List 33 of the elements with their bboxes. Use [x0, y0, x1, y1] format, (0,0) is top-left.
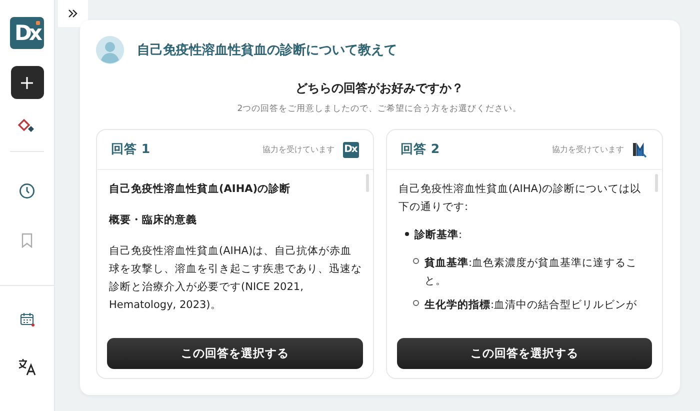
select-answer-button[interactable]: この回答を選択する: [107, 338, 362, 369]
clock-icon[interactable]: [19, 183, 35, 199]
credit-text: 協力を受けています: [262, 144, 334, 155]
sub-bullet-icon: [412, 258, 418, 264]
book-logo-icon: [632, 142, 648, 158]
diamonds-icon[interactable]: [18, 119, 36, 133]
scrollbar-thumb[interactable]: [366, 174, 368, 192]
double-chevron-icon: [68, 9, 78, 18]
answer-paragraph: 自己免疫性溶血性貧血(AIHA)の診断については以下の通りです:: [398, 182, 642, 215]
select-answer-button[interactable]: この回答を選択する: [396, 338, 652, 369]
bullet-text: 診断基準:: [414, 228, 462, 243]
sub-bullet-icon: [412, 300, 418, 306]
calendar-icon[interactable]: [20, 312, 34, 327]
bullet-icon: [404, 232, 408, 236]
avatar-icon: [96, 36, 124, 64]
plus-icon: [20, 76, 34, 90]
provider-logo: Dx: [342, 142, 358, 158]
answer-heading: 自己免疫性溶血性貧血(AIHA)の診断: [109, 182, 292, 197]
answer-label: 回答 1: [111, 141, 150, 158]
credit-text: 協力を受けています: [552, 144, 624, 155]
translate-icon[interactable]: [17, 358, 37, 376]
logo: Dx: [10, 17, 44, 49]
answer-heading: 概要・臨床的意義: [109, 213, 198, 228]
answer-paragraph: 自己免疫性溶血性貧血(AIHA)は、自己抗体が赤血球を攻撃し、溶血を引き起こす疾患であり、迅速な診断と治療介入が必要です(NICE 2021, Hematology, 2023)。: [109, 244, 362, 313]
bullet-text: 貧血基準:血色素濃度が貧血基準に達すること。: [424, 256, 638, 289]
prompt-subtitle: 2つの回答をご用意しましたので、ご希望に合う方をお選びください。: [236, 103, 523, 115]
question-text: 自己免疫性溶血性貧血の診断について教えて: [137, 42, 397, 59]
expand-sidebar-button[interactable]: [58, 0, 88, 27]
prompt-title: どちらの回答がお好みですか？: [294, 80, 464, 97]
new-chat-button[interactable]: [10, 66, 44, 99]
bullet-text: 生化学的指標:血清中の結合型ビリルビンが: [424, 298, 638, 313]
scrollbar-thumb[interactable]: [655, 174, 658, 192]
answer-label: 回答 2: [400, 141, 440, 158]
